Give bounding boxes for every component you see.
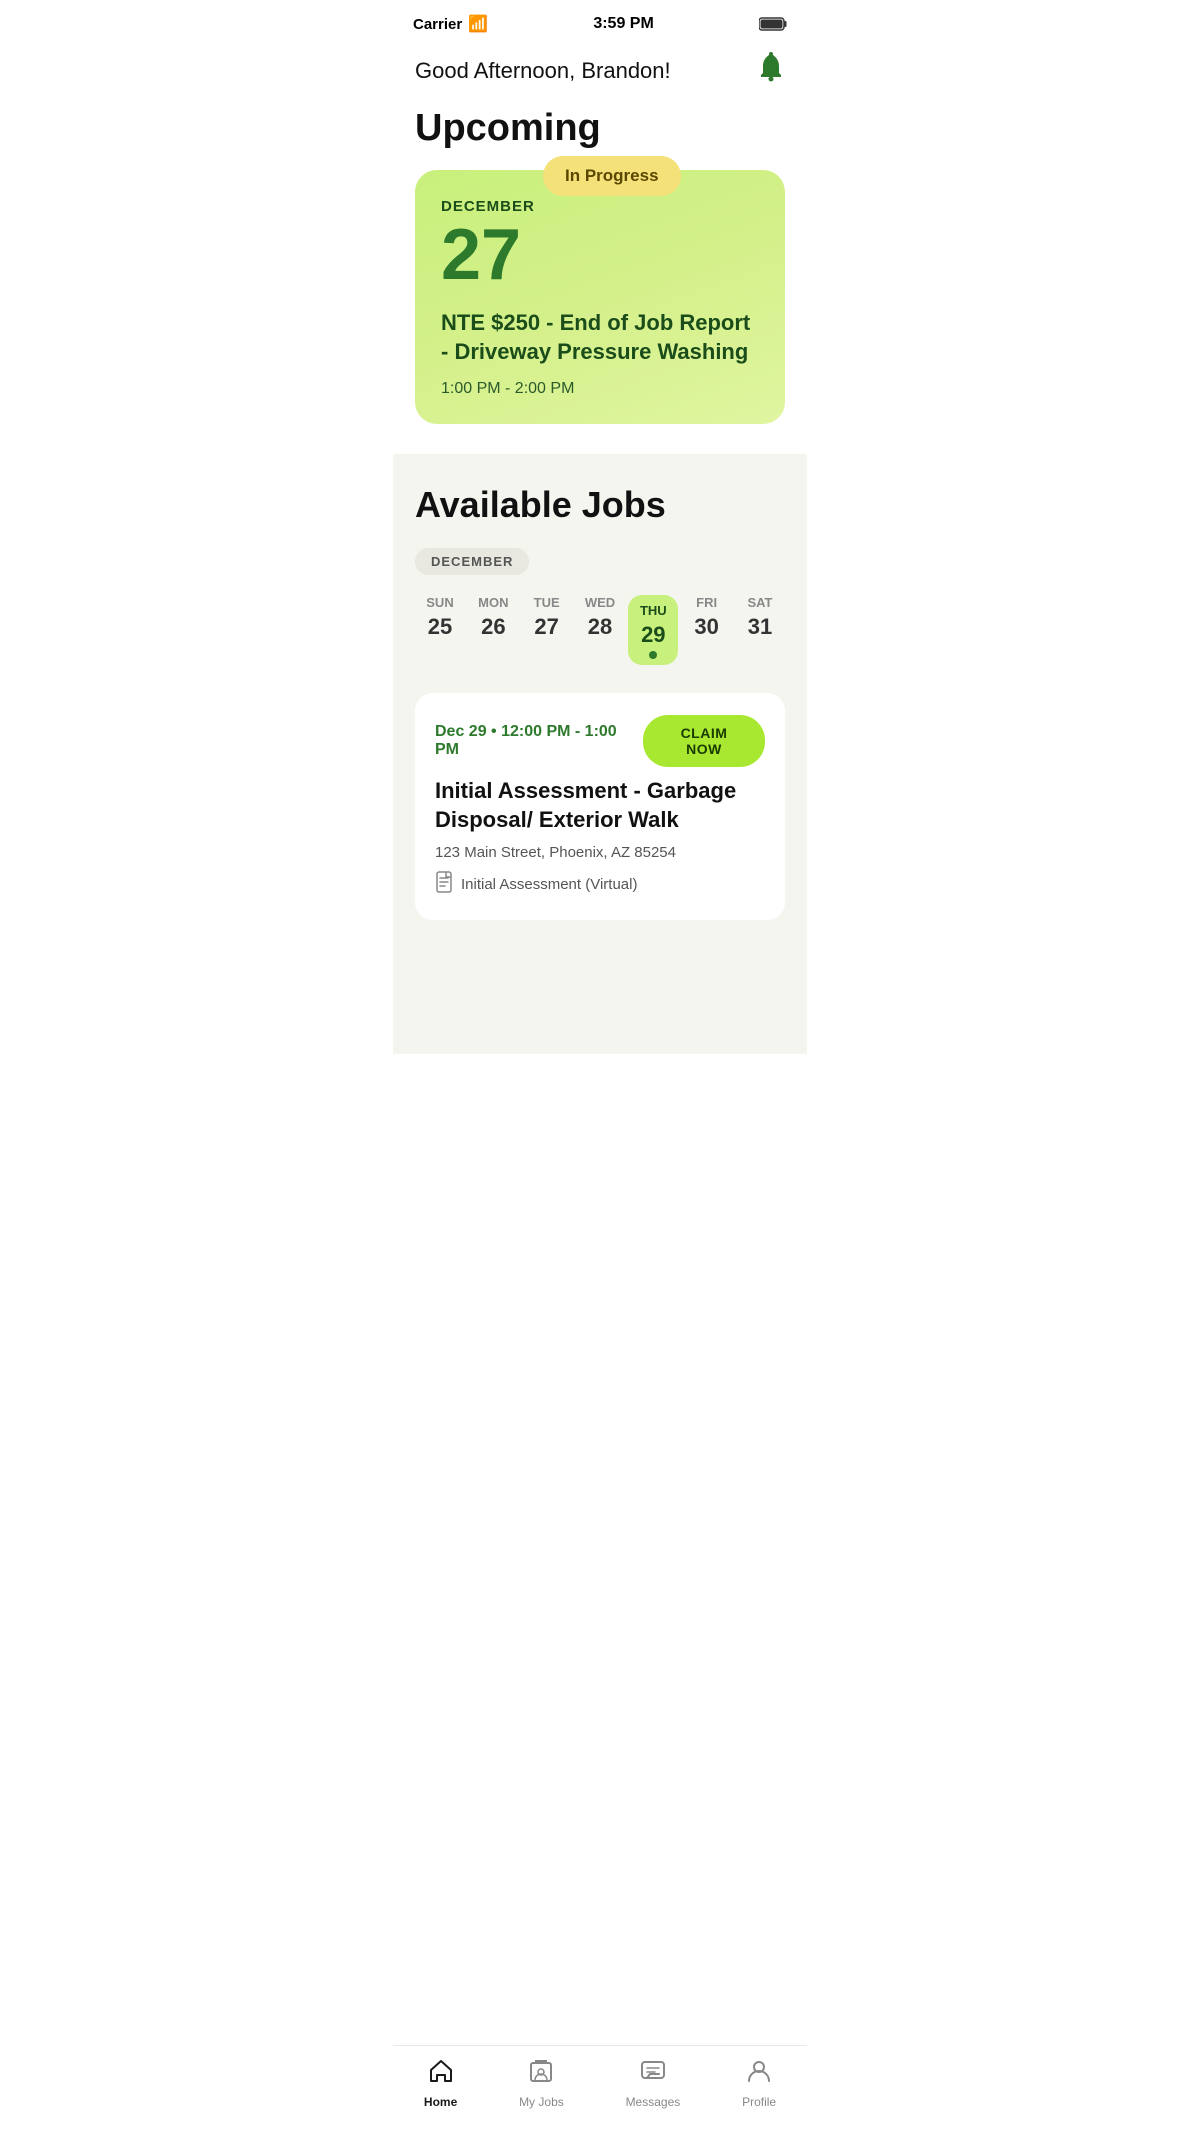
cal-num: 29 (641, 624, 665, 646)
job-title: Initial Assessment - Garbage Disposal/ E… (435, 777, 765, 834)
job-date-time: Dec 29 • 12:00 PM - 1:00 PM (435, 723, 643, 759)
attachment-icon (435, 871, 453, 898)
wifi-icon: 📶 (468, 14, 488, 34)
claim-now-button[interactable]: CLAIM NOW (643, 715, 765, 767)
status-left: Carrier 📶 (413, 14, 488, 34)
nav-home[interactable]: Home (424, 2058, 457, 2109)
bell-icon[interactable] (757, 52, 785, 89)
cal-dow: MON (478, 595, 508, 610)
in-progress-badge: In Progress (543, 156, 681, 196)
upcoming-card[interactable]: DECEMBER 27 NTE $250 - End of Job Report… (415, 170, 785, 424)
greeting-text: Good Afternoon, Brandon! (415, 58, 671, 84)
bottom-nav: Home My Jobs Messages (393, 2045, 807, 2133)
cal-day-29[interactable]: THU 29 (628, 595, 678, 665)
calendar-strip: SUN 25 MON 26 TUE 27 WED 28 THU 29 FRI 30 SAT 31 (415, 595, 785, 665)
cal-num: 30 (694, 616, 718, 638)
cal-dow: SAT (747, 595, 772, 610)
job-type-label: Initial Assessment (Virtual) (461, 876, 637, 893)
job-card-0[interactable]: Dec 29 • 12:00 PM - 1:00 PM CLAIM NOW In… (415, 693, 785, 920)
card-day: 27 (441, 219, 759, 291)
available-jobs-section: Available Jobs DECEMBER SUN 25 MON 26 TUE 27 W… (393, 454, 807, 1054)
cal-day-27[interactable]: TUE 27 (522, 595, 572, 638)
cal-day-30[interactable]: FRI 30 (682, 595, 732, 638)
nav-messages[interactable]: Messages (626, 2058, 681, 2109)
messages-icon (640, 2058, 666, 2091)
cal-dow: SUN (426, 595, 453, 610)
month-label: DECEMBER (415, 548, 529, 575)
job-header: Dec 29 • 12:00 PM - 1:00 PM CLAIM NOW (435, 715, 765, 767)
status-bar: Carrier 📶 3:59 PM (393, 0, 807, 42)
carrier-label: Carrier (413, 16, 462, 33)
cal-dow: THU (640, 603, 667, 618)
available-jobs-title: Available Jobs (415, 484, 785, 526)
job-list: Dec 29 • 12:00 PM - 1:00 PM CLAIM NOW In… (415, 693, 785, 920)
card-job-title: NTE $250 - End of Job Report - Driveway … (441, 309, 759, 366)
cal-day-25[interactable]: SUN 25 (415, 595, 465, 638)
nav-my-jobs[interactable]: My Jobs (519, 2058, 564, 2109)
cal-dow: TUE (534, 595, 560, 610)
upcoming-section: Upcoming In Progress DECEMBER 27 NTE $25… (393, 107, 807, 454)
nav-home-label: Home (424, 2095, 457, 2109)
nav-profile-label: Profile (742, 2095, 776, 2109)
job-address: 123 Main Street, Phoenix, AZ 85254 (435, 844, 765, 861)
card-time: 1:00 PM - 2:00 PM (441, 380, 759, 398)
card-month: DECEMBER (441, 198, 759, 215)
cal-dow: WED (585, 595, 615, 610)
cal-dot (649, 651, 657, 659)
cal-num: 26 (481, 616, 505, 638)
home-icon (428, 2058, 454, 2091)
cal-num: 28 (588, 616, 612, 638)
nav-messages-label: Messages (626, 2095, 681, 2109)
header: Good Afternoon, Brandon! (393, 42, 807, 107)
upcoming-card-wrapper: In Progress DECEMBER 27 NTE $250 - End o… (393, 170, 807, 454)
battery-icon (759, 17, 787, 31)
cal-num: 25 (428, 616, 452, 638)
cal-day-31[interactable]: SAT 31 (735, 595, 785, 638)
nav-profile[interactable]: Profile (742, 2058, 776, 2109)
cal-day-26[interactable]: MON 26 (468, 595, 518, 638)
cal-num: 27 (534, 616, 558, 638)
cal-num: 31 (748, 616, 772, 638)
cal-dow: FRI (696, 595, 717, 610)
my-jobs-icon (528, 2058, 554, 2091)
profile-icon (746, 2058, 772, 2091)
status-time: 3:59 PM (593, 15, 653, 33)
job-type: Initial Assessment (Virtual) (435, 871, 765, 898)
nav-my-jobs-label: My Jobs (519, 2095, 564, 2109)
cal-day-28[interactable]: WED 28 (575, 595, 625, 638)
